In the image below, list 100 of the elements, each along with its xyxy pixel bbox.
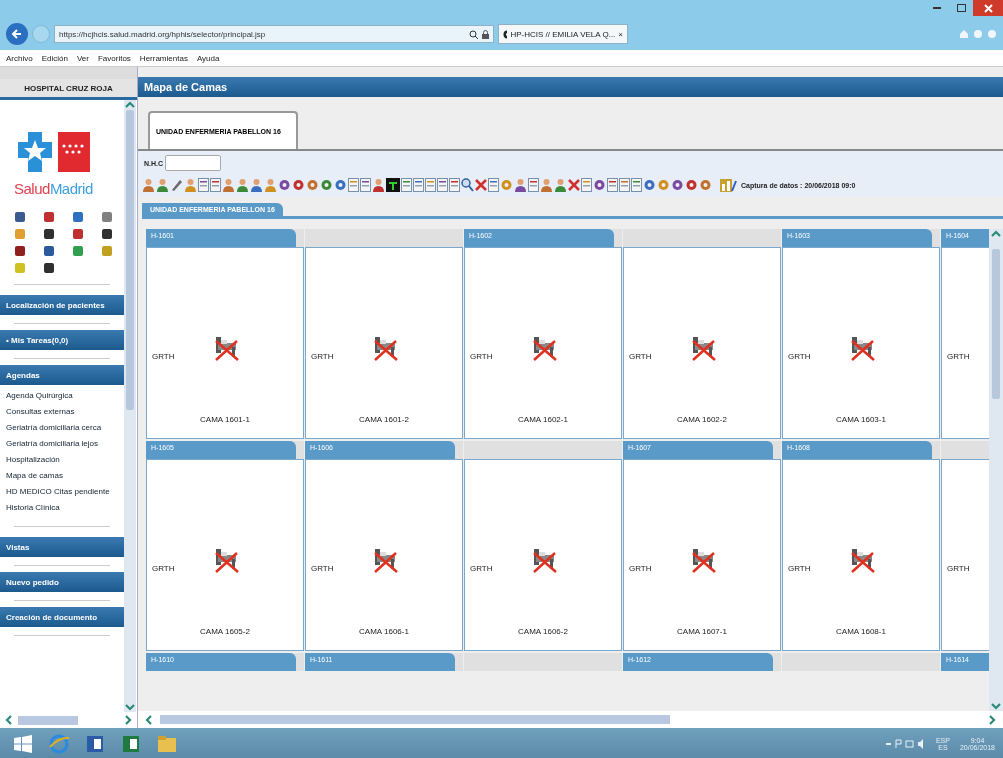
bed-tag: GRTH (947, 352, 970, 361)
document-icon[interactable] (488, 178, 499, 192)
menu-item[interactable]: Ayuda (196, 53, 220, 63)
person-icon[interactable] (156, 178, 169, 192)
menu-item[interactable]: Favoritos (97, 53, 131, 63)
bed-card[interactable]: GRTH CAMA 1601-1 (146, 247, 304, 439)
document-icon[interactable] (360, 178, 371, 192)
shortcut-icon[interactable] (72, 228, 84, 240)
document-icon[interactable] (528, 178, 539, 192)
search-icon[interactable] (461, 178, 474, 192)
tab-close-button[interactable]: × (618, 29, 623, 39)
sidebar-section[interactable]: Nuevo pedido (0, 572, 124, 592)
chart-icon[interactable] (719, 177, 737, 193)
menu-item[interactable]: Archivo (6, 53, 33, 63)
chevron-down-icon[interactable] (991, 701, 1001, 711)
bed-label: CAMA 1606-1 (359, 627, 409, 636)
scrollbar[interactable] (124, 100, 136, 712)
sidebar-section[interactable]: Localización de pacientes (0, 295, 124, 315)
bed-card[interactable]: GRTH CAMA 1601-2 (305, 247, 463, 439)
menu-item[interactable]: Ver (76, 53, 89, 63)
logo-text: SaludMadrid (14, 180, 93, 197)
pen-icon[interactable] (170, 178, 183, 192)
person-icon[interactable] (222, 178, 235, 192)
document-icon[interactable] (348, 178, 359, 192)
sidebar-item[interactable]: Mapa de camas (6, 471, 118, 480)
chevron-left-icon[interactable] (4, 715, 14, 725)
person-icon[interactable] (372, 178, 385, 192)
document-icon[interactable] (401, 178, 412, 192)
document-icon[interactable] (449, 178, 460, 192)
bed-card[interactable]: GRTH CAMA 1602-2 (623, 247, 781, 439)
bed-card[interactable]: GRTH CAMA 1605-2 (146, 459, 304, 651)
shortcut-icon[interactable] (43, 211, 55, 223)
menu-item[interactable]: Herramientas (139, 53, 188, 63)
monitor-icon[interactable] (386, 178, 400, 192)
document-icon[interactable] (210, 178, 221, 192)
delete-icon[interactable] (568, 178, 580, 192)
chevron-down-icon[interactable] (125, 702, 135, 712)
person-icon[interactable] (540, 178, 553, 192)
sidebar-section[interactable]: • Mis Tareas(0,0) (0, 330, 124, 350)
menu-item[interactable]: Edición (41, 53, 68, 63)
document-icon[interactable] (631, 178, 642, 192)
sidebar-item[interactable]: Agenda Quirúrgica (6, 391, 118, 400)
shortcut-icon[interactable] (43, 262, 55, 274)
tray-icon[interactable] (885, 738, 926, 749)
close-button[interactable] (973, 0, 1003, 16)
horizontal-scrollbar[interactable] (138, 711, 1003, 728)
bed-tag: GRTH (788, 564, 811, 573)
document-icon[interactable] (437, 178, 448, 192)
scrollbar-thumb[interactable] (992, 249, 1000, 399)
shortcut-icon[interactable] (101, 228, 113, 240)
nhc-field[interactable] (165, 155, 222, 171)
document-icon[interactable] (607, 178, 618, 192)
search-icon[interactable] (469, 29, 478, 39)
chevron-right-icon[interactable] (987, 714, 997, 725)
address-field[interactable]: https://hcjhcis.salud.madrid.org/hphis/selector/principal.jsp (54, 25, 494, 43)
sidebar-item[interactable]: HD MEDICO Citas pendiente (6, 487, 118, 496)
bed-card[interactable]: GRTH CAMA 1606-2 (464, 459, 622, 651)
document-icon[interactable] (198, 178, 209, 192)
person-icon[interactable] (514, 178, 527, 192)
person-icon[interactable] (554, 178, 567, 192)
bed-card[interactable]: GRTH CAMA 1603-1 (782, 247, 940, 439)
sidebar-section[interactable]: Vistas (0, 537, 124, 557)
sidebar-item[interactable]: Geriatría domiciliaria lejos (6, 439, 118, 448)
bed-label: CAMA 1608-1 (836, 627, 886, 636)
chevron-up-icon[interactable] (991, 229, 1001, 239)
bed-card[interactable]: GRTH CAMA 1608-1 (782, 459, 940, 651)
person-icon[interactable] (264, 178, 277, 192)
shortcut-icon[interactable] (14, 245, 26, 257)
document-icon[interactable] (581, 178, 592, 192)
sidebar-item[interactable]: Hospitalización (6, 455, 118, 464)
browser-tab[interactable]: HP-HCIS // EMILIA VELA Q... × (498, 24, 628, 44)
document-icon[interactable] (619, 178, 630, 192)
shortcut-icon[interactable] (43, 245, 55, 257)
person-icon[interactable] (236, 178, 249, 192)
bed-tag: GRTH (470, 352, 493, 361)
person-icon[interactable] (142, 178, 155, 192)
scrollbar[interactable] (989, 229, 1003, 711)
delete-icon[interactable] (475, 178, 487, 192)
chevron-up-icon[interactable] (125, 100, 135, 110)
chevron-left-icon[interactable] (144, 714, 154, 725)
sidebar-item[interactable]: Historia Clínica (6, 503, 118, 512)
bed-card[interactable]: GRTH (941, 459, 989, 651)
sidebar-section[interactable]: Creación de documento (0, 607, 124, 627)
chevron-right-icon[interactable] (123, 715, 133, 725)
back-button[interactable] (6, 23, 28, 45)
scrollbar-thumb[interactable] (18, 715, 78, 725)
sidebar-section[interactable]: Agendas (0, 365, 124, 385)
bed-card[interactable]: GRTH CAMA 1607-1 (623, 459, 781, 651)
bed-card[interactable]: GRTH CAMA 1606-1 (305, 459, 463, 651)
shortcut-icon[interactable] (43, 228, 55, 240)
scrollbar-thumb[interactable] (160, 715, 670, 724)
scrollbar-thumb[interactable] (126, 110, 134, 410)
person-icon[interactable] (250, 178, 263, 192)
bed-card[interactable]: GRTH CAMA 1602-1 (464, 247, 622, 439)
shortcut-icon[interactable] (14, 211, 26, 223)
sidebar-item[interactable]: Geriatría domiciliaria cerca (6, 423, 118, 432)
document-icon[interactable] (413, 178, 424, 192)
bed-card[interactable]: GRTH (941, 247, 989, 439)
document-icon[interactable] (425, 178, 436, 192)
sidebar-item[interactable]: Consultas externas (6, 407, 118, 416)
